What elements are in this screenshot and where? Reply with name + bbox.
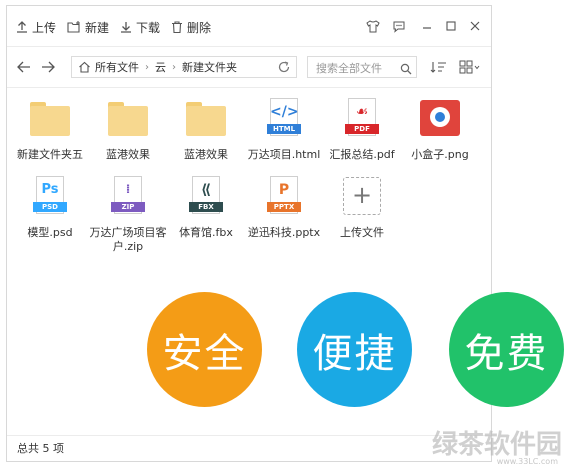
watermark-logo: 绿茶软件园 <box>431 430 562 460</box>
home-icon <box>78 61 91 73</box>
add-file-icon: + <box>340 176 384 220</box>
view-mode-button[interactable] <box>457 58 483 76</box>
search-box <box>307 56 417 79</box>
fbx-file-icon: ⟪ FBX <box>184 176 228 220</box>
minimize-button[interactable] <box>417 16 437 36</box>
file-type-label: ZIP <box>111 202 145 212</box>
download-button[interactable]: 下载 <box>119 17 160 37</box>
back-button[interactable] <box>15 59 33 75</box>
upload-icon <box>17 21 27 33</box>
maximize-icon <box>446 21 456 31</box>
file-name: 蓝港效果 <box>184 148 228 161</box>
pdf-file-icon: ☙ PDF <box>340 98 384 142</box>
badge-free: 免费 <box>449 292 564 407</box>
file-item-folder[interactable]: 新建文件夹五 <box>11 98 89 162</box>
download-label: 下载 <box>136 20 161 35</box>
file-item-folder[interactable]: 蓝港效果 <box>167 98 245 162</box>
maximize-button[interactable] <box>441 16 461 36</box>
file-item-fbx[interactable]: ⟪ FBX 体育馆.fbx <box>167 176 245 240</box>
forward-button[interactable] <box>39 59 57 75</box>
file-name: 逆迅科技.pptx <box>247 226 321 239</box>
file-item-folder[interactable]: 蓝港效果 <box>89 98 167 162</box>
html-file-icon: </> HTML <box>262 98 306 142</box>
file-type-label: PSD <box>33 202 67 212</box>
trash-icon <box>172 21 182 34</box>
file-name: 小盒子.png <box>411 148 469 161</box>
crumb-all-files[interactable]: 所有文件 <box>95 59 139 75</box>
file-type-label: HTML <box>267 124 301 134</box>
arrow-left-icon <box>17 61 30 73</box>
crumb-separator: › <box>172 61 176 73</box>
crumb-separator: › <box>145 61 149 73</box>
file-type-label: PPTX <box>267 202 301 212</box>
folder-icon <box>106 98 150 142</box>
badge-secure: 安全 <box>147 292 262 407</box>
image-thumbnail-icon <box>418 98 462 142</box>
upload-file-tile[interactable]: + 上传文件 <box>323 176 401 240</box>
shirt-icon <box>366 19 380 32</box>
folder-icon <box>184 98 228 142</box>
message-button[interactable] <box>389 16 409 36</box>
file-name: 新建文件夹五 <box>17 148 83 161</box>
refresh-icon <box>278 61 290 73</box>
file-type-label: PDF <box>345 124 379 134</box>
file-name: 万达广场项目客户.zip <box>89 226 167 253</box>
file-item-pptx[interactable]: P PPTX 逆迅科技.pptx <box>245 176 323 240</box>
grid-view-icon <box>459 60 480 74</box>
file-item-html[interactable]: </> HTML 万达项目.html <box>245 98 323 162</box>
new-button[interactable]: 新建 <box>67 17 109 37</box>
skin-button[interactable] <box>363 16 383 36</box>
file-name: 汇报总结.pdf <box>329 148 395 161</box>
psd-file-icon: Ps PSD <box>28 176 72 220</box>
arrow-right-icon <box>42 61 55 73</box>
file-name: 万达项目.html <box>247 148 321 161</box>
file-name: 模型.psd <box>27 226 73 239</box>
watermark-url: www.33LC.com <box>496 457 558 466</box>
new-label: 新建 <box>85 20 110 35</box>
sort-icon <box>430 62 446 73</box>
delete-label: 删除 <box>187 20 212 35</box>
status-bar: 总共 5 项 <box>7 435 491 461</box>
toolbar: 上传 新建 下载 删除 <box>7 6 491 47</box>
file-item-pdf[interactable]: ☙ PDF 汇报总结.pdf <box>323 98 401 162</box>
search-input[interactable] <box>314 58 402 79</box>
badge-convenient: 便捷 <box>297 292 412 407</box>
file-name: 体育馆.fbx <box>179 226 233 239</box>
crumb-new-folder[interactable]: 新建文件夹 <box>182 59 237 75</box>
crumb-cloud[interactable]: 云 <box>155 59 166 75</box>
delete-button[interactable]: 删除 <box>170 17 211 37</box>
upload-file-label: 上传文件 <box>340 226 384 239</box>
minimize-icon <box>423 27 431 29</box>
file-item-zip[interactable]: ⁞ ZIP 万达广场项目客户.zip <box>89 176 167 254</box>
zip-file-icon: ⁞ ZIP <box>106 176 150 220</box>
close-icon <box>470 21 480 31</box>
address-bar: 所有文件 › 云 › 新建文件夹 <box>7 47 491 88</box>
file-type-label: FBX <box>189 202 223 212</box>
folder-icon <box>28 98 72 142</box>
upload-button[interactable]: 上传 <box>15 17 56 37</box>
file-manager-window: 上传 新建 下载 删除 所有文件 › 云 › 新建文件夹 搜索全部文件 新建文件… <box>6 5 492 462</box>
pptx-file-icon: P PPTX <box>262 176 306 220</box>
upload-label: 上传 <box>32 20 57 35</box>
file-name: 蓝港效果 <box>106 148 150 161</box>
new-folder-icon <box>67 21 80 33</box>
close-button[interactable] <box>465 16 485 36</box>
search-icon[interactable] <box>400 60 412 79</box>
chat-bubble-icon <box>393 21 405 33</box>
download-icon <box>121 22 131 33</box>
file-item-psd[interactable]: Ps PSD 模型.psd <box>11 176 89 240</box>
refresh-button[interactable] <box>277 59 291 78</box>
breadcrumb: 所有文件 › 云 › 新建文件夹 <box>71 56 297 78</box>
sort-button[interactable] <box>427 58 453 76</box>
file-item-png[interactable]: 小盒子.png <box>401 98 479 162</box>
item-count: 总共 5 项 <box>17 442 64 455</box>
